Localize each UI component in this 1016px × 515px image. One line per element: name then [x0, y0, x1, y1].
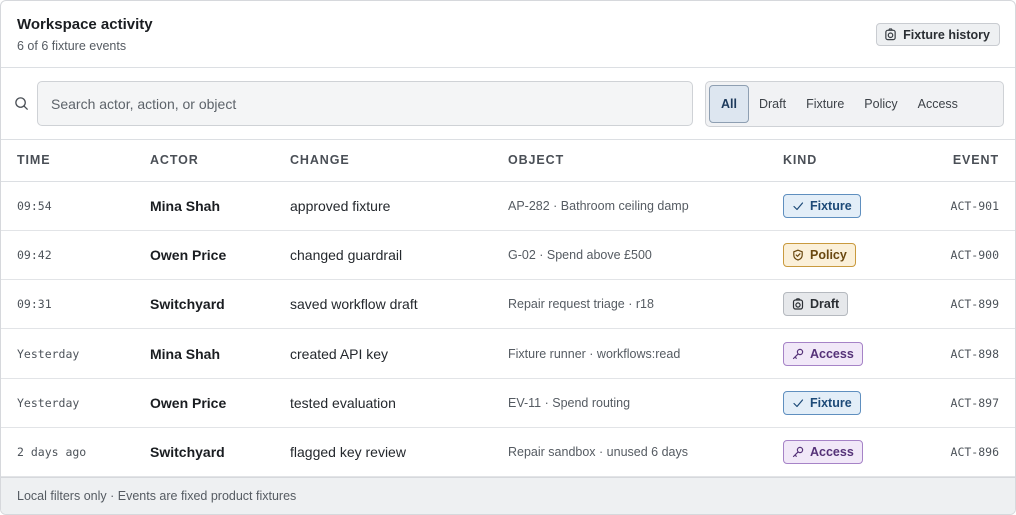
table-row[interactable]: Yesterday Mina Shah created API key Fixture… [1, 330, 1015, 379]
kind-label: Fixture [810, 395, 852, 410]
table-row[interactable]: Yesterday Owen Price tested evaluation EV-1… [1, 379, 1015, 428]
event-time: 09:42 [17, 248, 52, 263]
event-time: Yesterday [17, 395, 80, 410]
event-actor: Switchyard [150, 296, 225, 313]
event-object: G-02 · Spend above £500 [508, 248, 652, 263]
table-row[interactable]: 09:42 Owen Price changed guardrail G-02 · S… [1, 231, 1015, 281]
event-object: EV-11 · Spend routing [508, 395, 631, 410]
history-icon [885, 28, 896, 41]
kind-badge: Policy [783, 243, 856, 268]
kind-label: Access [810, 346, 854, 361]
event-actor: Switchyard [150, 444, 225, 460]
table-row[interactable]: 09:31 Switchyard saved workflow draft Repai… [1, 280, 1015, 330]
event-change: created API key [290, 345, 389, 362]
kind-label: Policy [810, 248, 847, 263]
event-time: 09:31 [17, 297, 52, 312]
event-id: ACT-898 [950, 346, 999, 361]
event-change: flagged key review [290, 444, 406, 460]
filter-policy[interactable]: Policy [854, 85, 907, 123]
event-id: ACT-896 [950, 445, 999, 459]
fixture-history-button[interactable]: Fixture history [876, 23, 1000, 46]
event-change: tested evaluation [290, 394, 396, 411]
event-actor: Mina Shah [150, 345, 221, 362]
event-change: changed guardrail [290, 247, 403, 264]
event-id: ACT-897 [950, 395, 999, 410]
column-event: EVENT [952, 153, 999, 167]
event-id: ACT-900 [950, 248, 999, 263]
kind-badge: Access [783, 341, 863, 366]
event-kind: Access [783, 330, 863, 378]
shield-icon [793, 249, 803, 261]
event-id: ACT-901 [950, 199, 999, 213]
column-change: CHANGE [290, 153, 350, 167]
filter-all[interactable]: All [709, 85, 749, 123]
draft-icon [792, 298, 804, 310]
event-object: Repair request triage · r18 [508, 297, 654, 312]
filter-draft[interactable]: Draft [749, 85, 796, 123]
kind-badge: Fixture [783, 390, 861, 415]
event-id: ACT-899 [950, 297, 999, 312]
table-row[interactable]: 09:54 Mina Shah approved fixture AP-282 · B… [1, 182, 1015, 231]
kind-filter: All Draft Fixture Policy Access [705, 81, 1004, 127]
kind-badge: Draft [783, 292, 849, 317]
event-count: 6 of 6 fixture events [17, 39, 127, 53]
table-header: TIME ACTOR CHANGE OBJECT KIND EVENT [1, 140, 1015, 182]
filter-access[interactable]: Access [908, 85, 968, 123]
activity-panel: Workspace activity 6 of 6 fixture events… [0, 0, 1016, 515]
filter-fixture[interactable]: Fixture [796, 85, 854, 123]
footer-note: Local filters only · Events are fixed pr… [1, 477, 1015, 514]
kind-label: Draft [810, 297, 840, 312]
event-kind: Policy [783, 231, 856, 279]
event-object: AP-282 · Bathroom ceiling damp [508, 199, 689, 213]
event-actor: Mina Shah [150, 198, 221, 214]
panel-header: Workspace activity 6 of 6 fixture events… [1, 1, 1015, 68]
event-time: 09:54 [17, 199, 52, 213]
event-kind: Draft [783, 280, 849, 328]
event-kind: Fixture [783, 379, 861, 427]
check-icon [793, 399, 804, 407]
event-time: 2 days ago [17, 445, 87, 459]
event-object: Repair sandbox · unused 6 days [508, 445, 688, 459]
column-kind: KIND [783, 153, 818, 167]
event-time: Yesterday [17, 346, 80, 361]
kind-label: Fixture [810, 199, 852, 213]
key-icon [792, 348, 804, 359]
search-icon [15, 97, 29, 111]
toolbar: All Draft Fixture Policy Access [1, 68, 1015, 140]
check-icon [793, 202, 804, 211]
search-input[interactable] [37, 81, 693, 126]
column-time: TIME [17, 153, 51, 167]
event-kind: Access [783, 428, 863, 476]
fixture-history-label: Fixture history [903, 27, 990, 42]
key-icon [792, 446, 804, 458]
kind-label: Access [810, 445, 854, 459]
page-title: Workspace activity [17, 16, 153, 33]
column-object: OBJECT [508, 153, 565, 167]
event-change: approved fixture [290, 198, 391, 214]
event-change: saved workflow draft [290, 296, 418, 313]
event-kind: Fixture [783, 182, 861, 230]
event-actor: Owen Price [150, 247, 227, 264]
column-actor: ACTOR [150, 153, 199, 167]
table-row[interactable]: 2 days ago Switchyard flagged key review Re… [1, 428, 1015, 477]
kind-badge: Access [783, 440, 863, 464]
event-object: Fixture runner · workflows:read [508, 346, 681, 361]
kind-badge: Fixture [783, 194, 861, 218]
event-actor: Owen Price [150, 394, 227, 411]
